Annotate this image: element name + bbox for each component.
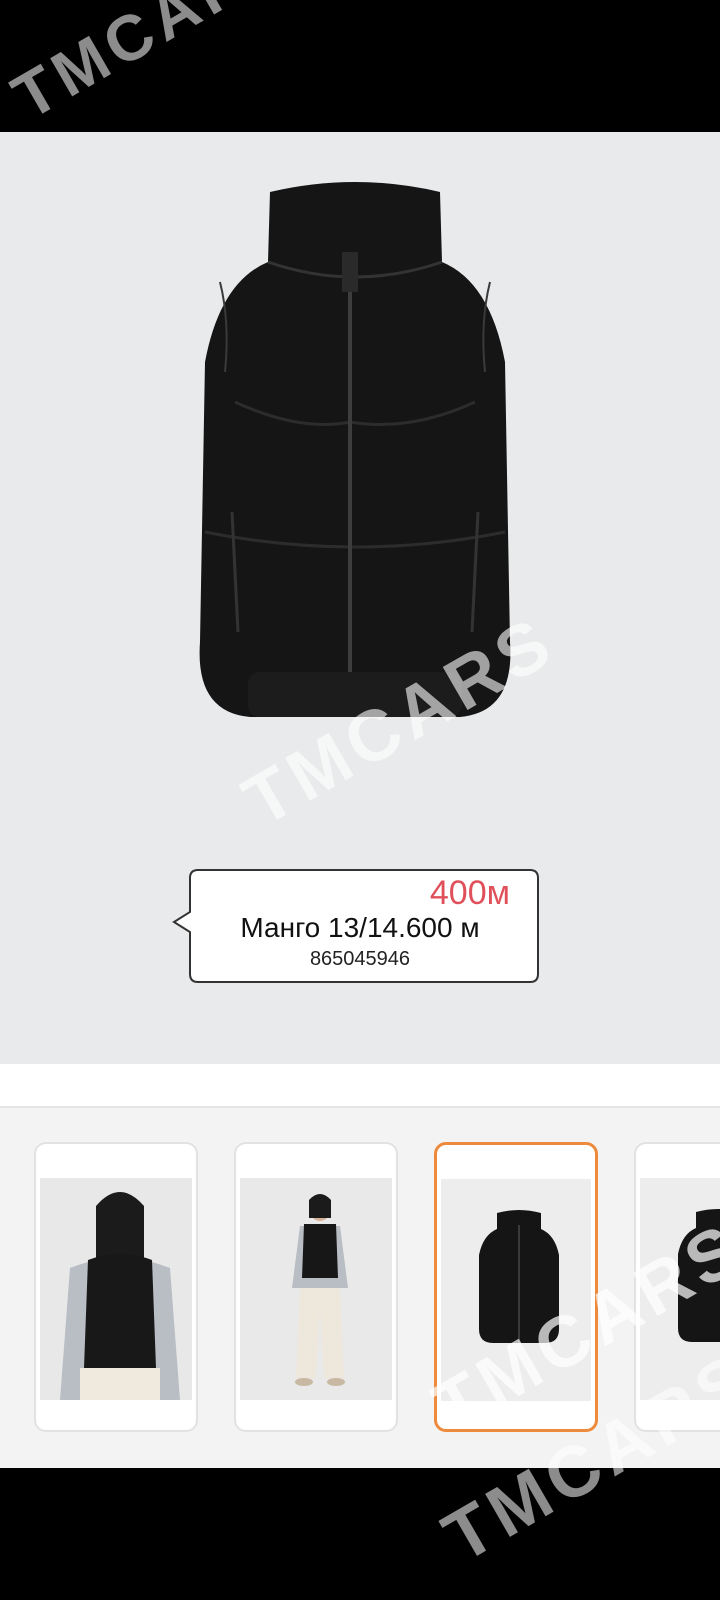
top-bar: TMCARS xyxy=(0,0,720,134)
price-text: 400м xyxy=(429,874,510,912)
watermark-top: TMCARS xyxy=(0,0,305,134)
price-tag: 400м Манго 13/14.600 м 865045946 xyxy=(170,868,540,984)
thumbnail-1[interactable] xyxy=(34,1142,198,1432)
title-text: Манго 13/14.600 м xyxy=(240,912,480,943)
thumbnail-2[interactable] xyxy=(234,1142,398,1432)
phone-text: 865045946 xyxy=(309,948,411,970)
bottom-bar: TMCARS xyxy=(0,1337,720,1600)
main-photo[interactable]: TMCARS 400м Манго 13/14.600 м 865045946 xyxy=(0,132,720,1064)
divider xyxy=(0,1064,720,1106)
thumbnail-image xyxy=(240,1178,392,1400)
thumbnail-image xyxy=(40,1178,192,1400)
